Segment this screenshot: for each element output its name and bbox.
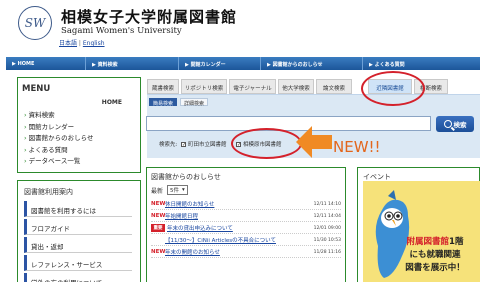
search-tabs: 蔵書検索 リポジトリ検索 電子ジャーナル 他大学検索 論文検索 近隣図書館 横断… <box>147 79 480 94</box>
nav-notices[interactable]: ▶ 図書館からのおしらせ <box>261 57 363 70</box>
news-date: 12/11 14:10 <box>313 201 341 207</box>
news-link[interactable]: 【11/30〜】CiNii Articlesの不具合について <box>165 236 301 244</box>
guide-box: 図書館利用案内 図書館を利用するには フロアガイド 貸出・返却 レファレンス・サ… <box>17 180 141 282</box>
count-select[interactable]: 5件 ▾ <box>167 185 188 195</box>
guide-item[interactable]: 貸出・返却 <box>24 237 132 253</box>
news-link[interactable]: 休日開館のお知らせ <box>165 200 301 208</box>
chevron-down-icon: ▾ <box>182 187 185 193</box>
menu-box: MENU HOME 資料検索 開館カレンダー 図書館からのおしらせ よくある質問… <box>17 77 141 173</box>
new-badge: NEW <box>151 201 166 207</box>
tab-other-univ[interactable]: 他大学検索 <box>278 79 314 94</box>
university-logo[interactable]: SW <box>18 6 52 40</box>
nav-faq[interactable]: ▶ よくある質問 <box>363 57 480 70</box>
menu-item[interactable]: よくある質問 <box>24 145 94 157</box>
news-row: 重要 年末の貸出申込みについて 12/01 09:00 <box>151 223 341 234</box>
news-link[interactable]: 年末の貸出申込みについて <box>167 224 301 232</box>
guide-item[interactable]: 図書館を利用するには <box>24 201 132 217</box>
news-date: 11/28 11:16 <box>313 249 341 255</box>
event-line-3: 図書を展示中！ <box>405 263 465 273</box>
logo-text: SW <box>24 16 46 30</box>
search-button[interactable]: 検索 <box>436 116 474 132</box>
event-line-1: 附属図書館1階 <box>390 236 480 249</box>
search-input[interactable] <box>146 116 431 131</box>
highlight-circle-target <box>231 128 302 159</box>
tab-articles[interactable]: 論文検索 <box>316 79 352 94</box>
subtab-simple[interactable]: 簡易検索 <box>149 98 178 107</box>
new-badge: NEW <box>151 249 166 255</box>
subtab-advanced[interactable]: 詳細検索 <box>180 98 209 107</box>
new-callout: NEW!! <box>333 138 381 156</box>
tab-catalog[interactable]: 蔵書検索 <box>147 79 179 94</box>
tab-ejournal[interactable]: 電子ジャーナル <box>229 79 276 94</box>
news-link[interactable]: 年始開館日程 <box>165 212 301 220</box>
nav-label: 図書館からのおしらせ <box>272 62 323 68</box>
guide-item[interactable]: フロアガイド <box>24 219 132 235</box>
news-row: NEW 年始開館日程 12/11 14:04 <box>151 211 341 222</box>
main-nav: ▶ HOME ▶ 資料検索 ▶ 開館カレンダー ▶ 図書館からのおしらせ ▶ よ… <box>6 57 480 70</box>
nav-label: 開館カレンダー <box>190 62 226 68</box>
library-title[interactable]: 相模女子大学附属図書館 <box>61 6 237 27</box>
language-switch: 日本語 | English <box>59 40 105 47</box>
event-caption: 附属図書館1階 にも就職関連 図書を展示中！ <box>390 236 480 275</box>
news-date: 12/01 09:00 <box>313 225 341 231</box>
nav-label: 資料検索 <box>97 62 118 68</box>
menu-home-link[interactable]: HOME <box>102 99 122 106</box>
tab-repository[interactable]: リポジトリ検索 <box>181 79 227 94</box>
guide-title: 図書館利用案内 <box>24 188 73 196</box>
lang-en-link[interactable]: English <box>83 40 105 47</box>
new-badge: NEW <box>151 213 166 219</box>
nav-home[interactable]: ▶ HOME <box>6 57 86 70</box>
menu-item[interactable]: 図書館からのおしらせ <box>24 133 94 145</box>
menu-title: MENU <box>22 84 51 94</box>
news-title: 図書館からのおしらせ <box>151 173 221 181</box>
nav-label: HOME <box>17 61 35 67</box>
news-row: NEW 年末の開館のお知らせ 11/28 11:16 <box>151 247 341 258</box>
nav-search[interactable]: ▶ 資料検索 <box>86 57 179 70</box>
news-link[interactable]: 年末の開館のお知らせ <box>165 248 301 256</box>
recent-label: 最新 <box>151 187 164 195</box>
news-box: 図書館からのおしらせ 最新 5件 ▾ NEW 休日開館のお知らせ 12/11 14… <box>146 167 346 282</box>
nav-calendar[interactable]: ▶ 開館カレンダー <box>179 57 261 70</box>
news-row: 【11/30〜】CiNii Articlesの不具合について 11/30 10:… <box>151 235 341 246</box>
target-label: 町田市立図書館 <box>188 142 227 148</box>
menu-item[interactable]: 資料検索 <box>24 110 94 122</box>
news-date: 12/11 14:04 <box>313 213 341 219</box>
menu-item[interactable]: データベース一覧 <box>24 156 94 168</box>
event-highlight: 附属図書館 <box>406 237 450 247</box>
search-button-label: 検索 <box>453 121 467 129</box>
highlight-circle-tab <box>361 71 425 106</box>
checkbox-icon[interactable]: ✓ <box>181 141 186 147</box>
event-line-2: にも就職関連 <box>409 250 461 260</box>
menu-list: 資料検索 開館カレンダー 図書館からのおしらせ よくある質問 データベース一覧 <box>24 110 94 168</box>
event-line-1-rest: 1階 <box>449 237 464 247</box>
search-target-label: 検索先: <box>159 142 178 148</box>
news-row: NEW 休日開館のお知らせ 12/11 14:10 <box>151 199 341 210</box>
target-machida[interactable]: ✓ 町田市立図書館 <box>181 140 227 148</box>
nav-label: よくある質問 <box>374 62 405 68</box>
page: SW 相模女子大学附属図書館 Sagami Women's University… <box>0 0 480 282</box>
guide-item[interactable]: 学外の方の利用について <box>24 273 132 282</box>
search-icon <box>443 120 452 128</box>
guide-item[interactable]: レファレンス・サービス <box>24 255 132 271</box>
university-name-en: Sagami Women's University <box>61 26 182 36</box>
arrow-left-icon <box>296 126 332 158</box>
news-date: 11/30 10:53 <box>313 237 341 243</box>
important-badge: 重要 <box>151 224 165 232</box>
menu-item[interactable]: 開館カレンダー <box>24 122 94 134</box>
lang-jp-link[interactable]: 日本語 <box>59 40 77 47</box>
news-controls: 最新 5件 ▾ <box>151 185 188 195</box>
count-value: 5件 <box>170 188 180 194</box>
